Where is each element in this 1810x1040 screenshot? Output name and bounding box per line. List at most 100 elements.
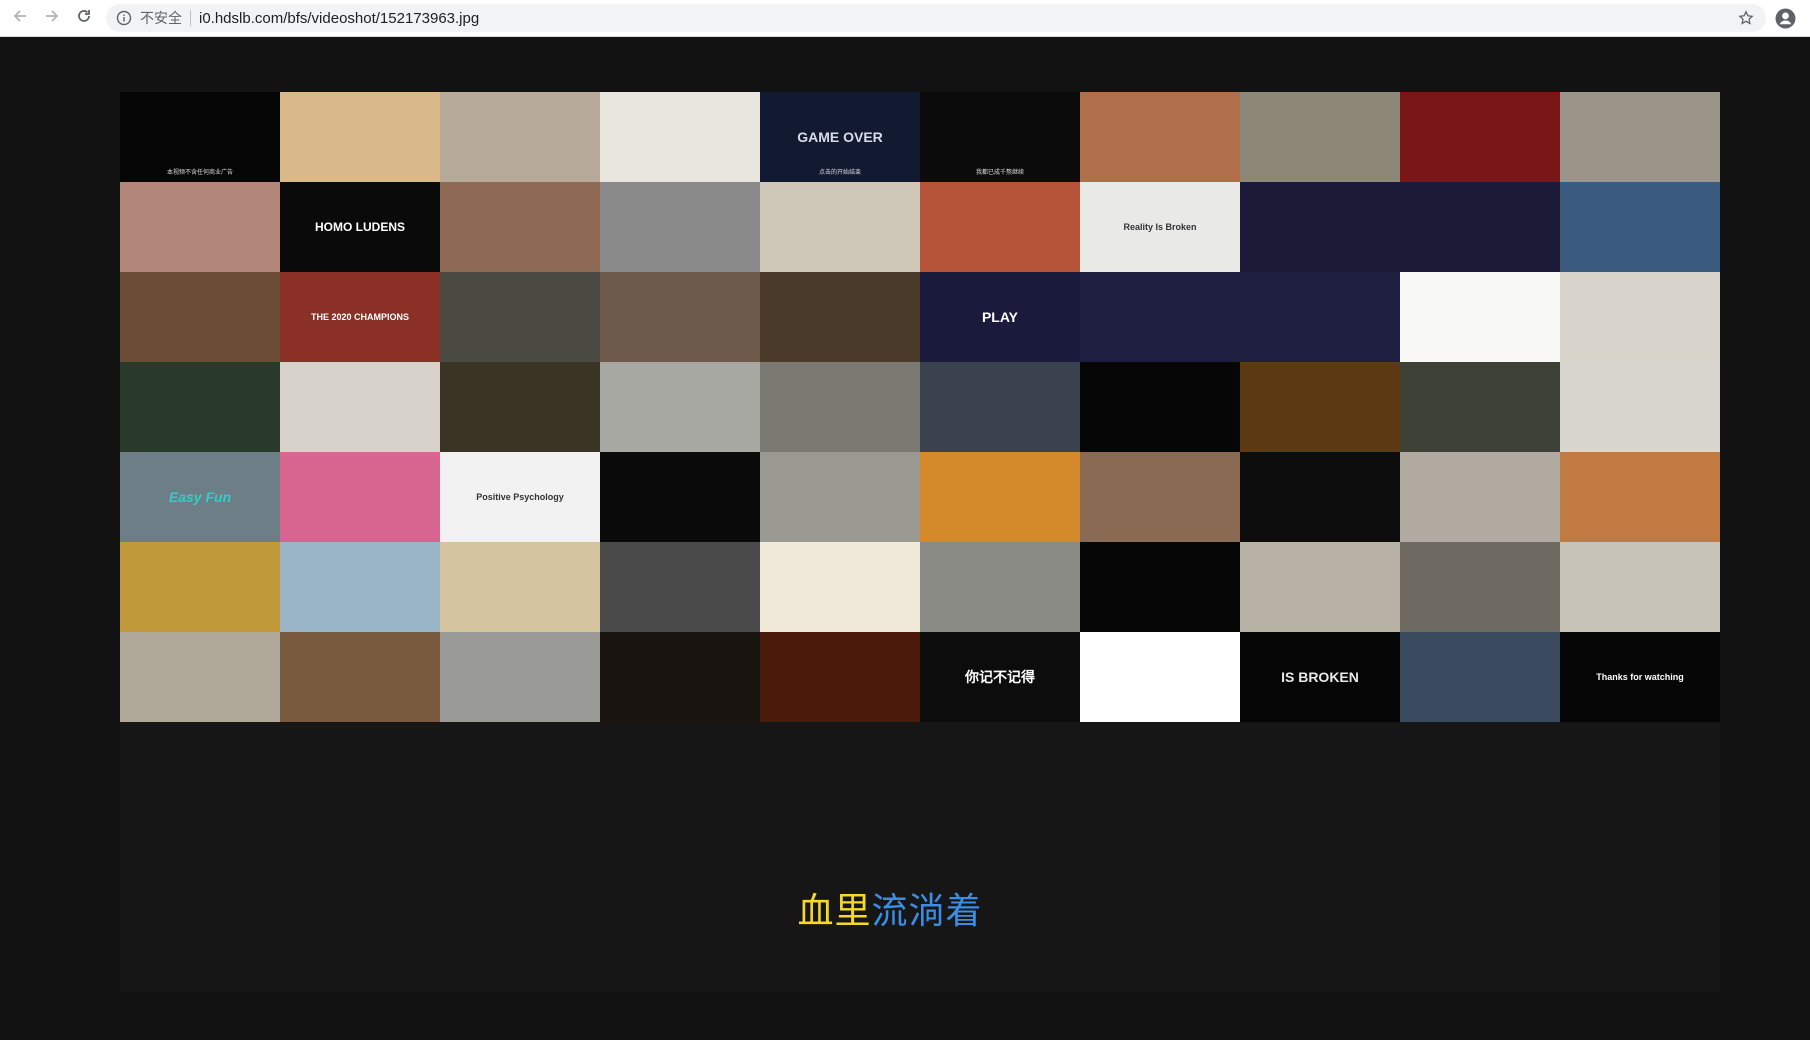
video-frame-thumbnail (440, 542, 600, 632)
forward-button[interactable] (40, 6, 64, 30)
frame-title: Reality Is Broken (1123, 222, 1197, 232)
video-frame-thumbnail (920, 542, 1080, 632)
star-icon[interactable] (1738, 10, 1754, 26)
video-frame-thumbnail (120, 542, 280, 632)
frame-title: IS BROKEN (1281, 669, 1359, 685)
back-button[interactable] (8, 6, 32, 30)
video-frame-thumbnail (1560, 542, 1720, 632)
video-frame-thumbnail (760, 542, 920, 632)
security-label[interactable]: 不安全 (140, 8, 182, 28)
frame-title: THE 2020 CHAMPIONS (310, 312, 410, 322)
video-frame-thumbnail (600, 92, 760, 182)
video-frame-thumbnail (1400, 542, 1560, 632)
video-frame-thumbnail (760, 272, 920, 362)
video-frame-thumbnail: GAME OVER 点击的开始结束 (760, 92, 920, 182)
video-frame-thumbnail: Reality Is Broken (1080, 182, 1240, 272)
video-frame-thumbnail (440, 92, 600, 182)
video-frame-thumbnail (1560, 182, 1720, 272)
frame-title: HOMO LUDENS (315, 220, 405, 234)
video-frame-thumbnail: PLAY (920, 272, 1080, 362)
lyric-subtitle: 血里流淌着 (120, 882, 1660, 934)
video-frame-thumbnail (1400, 632, 1560, 722)
frame-title: Positive Psychology (476, 492, 564, 502)
video-frame-thumbnail (600, 182, 760, 272)
divider (190, 10, 191, 26)
video-frame-thumbnail (1240, 272, 1400, 362)
video-frame-thumbnail: 我都已成千熬继续 (920, 92, 1080, 182)
video-frame-thumbnail (600, 632, 760, 722)
video-frame-thumbnail (440, 362, 600, 452)
reload-button[interactable] (72, 6, 96, 30)
video-frame-thumbnail (1080, 632, 1240, 722)
video-frame-thumbnail (120, 362, 280, 452)
video-frame-thumbnail (1560, 362, 1720, 452)
frame-caption: 点击的开始结束 (818, 169, 861, 176)
video-frame-thumbnail (1560, 272, 1720, 362)
browser-toolbar: 不安全 i0.hdslb.com/bfs/videoshot/152173963… (0, 0, 1810, 37)
video-frame-thumbnail (280, 92, 440, 182)
frame-title: PLAY (981, 309, 1019, 325)
url-text[interactable]: i0.hdslb.com/bfs/videoshot/152173963.jpg (199, 10, 479, 27)
frame-title: Easy Fun (168, 489, 232, 505)
video-frame-thumbnail (1080, 452, 1240, 542)
video-frame-thumbnail (920, 182, 1080, 272)
frame-caption: 我都已成千熬继续 (975, 169, 1024, 176)
video-frame-thumbnail (1240, 362, 1400, 452)
video-frame-thumbnail (760, 452, 920, 542)
video-frame-thumbnail (120, 182, 280, 272)
video-frame-thumbnail: 本视频不含任何商业广告 (120, 92, 280, 182)
video-frame-thumbnail (760, 182, 920, 272)
video-frame-thumbnail (1240, 92, 1400, 182)
video-frame-thumbnail (760, 632, 920, 722)
video-frame-thumbnail (120, 272, 280, 362)
video-frame-thumbnail (1560, 452, 1720, 542)
video-frame-thumbnail: 你记不记得 (920, 632, 1080, 722)
video-frame-thumbnail (280, 452, 440, 542)
video-frame-thumbnail (600, 542, 760, 632)
video-frame-thumbnail (600, 272, 760, 362)
video-frame-thumbnail: Thanks for watching (1560, 632, 1720, 722)
video-frame-thumbnail (120, 632, 280, 722)
video-frame-thumbnail (1240, 452, 1400, 542)
video-frame-thumbnail (1080, 542, 1240, 632)
video-frame-thumbnail (1240, 542, 1400, 632)
video-frame-thumbnail (440, 182, 600, 272)
thumbnail-grid: 本视频不含任何商业广告 GAME OVER 点击的开始结束我都已成千熬继续 HOMO … (120, 92, 1720, 722)
lyric-part-2: 流淌着 (871, 891, 983, 932)
forward-arrow-icon (44, 8, 60, 28)
video-frame-thumbnail (280, 632, 440, 722)
video-frame-thumbnail (280, 362, 440, 452)
video-frame-thumbnail (1080, 272, 1240, 362)
reload-icon (76, 8, 92, 28)
back-arrow-icon (12, 8, 28, 28)
videoshot-image: 本视频不含任何商业广告 GAME OVER 点击的开始结束我都已成千熬继续 HOMO … (120, 92, 1720, 992)
video-frame-thumbnail (1400, 182, 1560, 272)
video-frame-thumbnail (280, 542, 440, 632)
video-frame-thumbnail: Positive Psychology (440, 452, 600, 542)
video-frame-thumbnail (600, 362, 760, 452)
address-bar[interactable]: 不安全 i0.hdslb.com/bfs/videoshot/152173963… (106, 4, 1766, 32)
video-frame-thumbnail (920, 362, 1080, 452)
frame-title: Thanks for watching (1596, 672, 1684, 682)
frame-title: 你记不记得 (965, 669, 1035, 685)
lyric-part-1: 血里 (797, 891, 872, 932)
info-icon[interactable] (116, 10, 132, 26)
video-frame-thumbnail (600, 452, 760, 542)
video-frame-thumbnail (1240, 182, 1400, 272)
video-frame-thumbnail: HOMO LUDENS (280, 182, 440, 272)
video-frame-thumbnail (440, 632, 600, 722)
video-frame-thumbnail (760, 362, 920, 452)
video-frame-thumbnail (1400, 452, 1560, 542)
frame-caption: 本视频不含任何商业广告 (166, 169, 233, 176)
account-icon[interactable] (1775, 8, 1796, 29)
video-frame-thumbnail (920, 452, 1080, 542)
video-frame-thumbnail (1400, 272, 1560, 362)
video-frame-thumbnail: THE 2020 CHAMPIONS (280, 272, 440, 362)
video-frame-thumbnail (1400, 362, 1560, 452)
video-frame-thumbnail: IS BROKEN (1240, 632, 1400, 722)
video-frame-thumbnail: Easy Fun (120, 452, 280, 542)
video-frame-thumbnail (1560, 92, 1720, 182)
video-frame-thumbnail (1080, 362, 1240, 452)
video-frame-thumbnail (1080, 92, 1240, 182)
video-frame-thumbnail (440, 272, 600, 362)
